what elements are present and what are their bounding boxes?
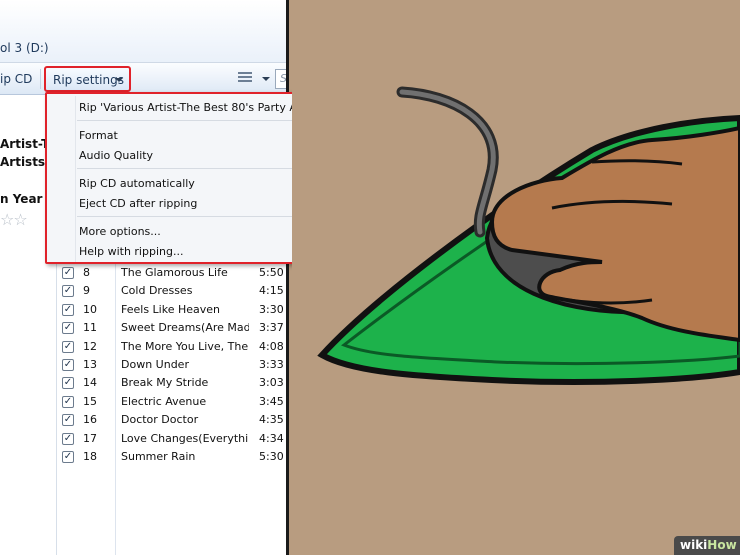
track-number: 9 (83, 284, 90, 298)
menu-gutter (75, 96, 76, 262)
track-row[interactable]: ✓ 10 Feels Like Heaven 3:30 (56, 301, 286, 319)
rip-cd-button[interactable]: ip CD (0, 72, 32, 86)
track-row[interactable]: ✓ 11 Sweet Dreams(Are Mad... 3:37 (56, 319, 286, 337)
track-row[interactable]: ✓ 17 Love Changes(Everythin... 4:34 (56, 430, 286, 448)
track-row[interactable]: ✓ 18 Summer Rain 5:30 (56, 448, 286, 466)
track-checkbox[interactable]: ✓ (62, 267, 74, 279)
logo-wiki-text: wiki (680, 538, 708, 552)
rating-stars[interactable]: ☆☆ (0, 210, 28, 229)
track-title: Break My Stride (121, 376, 209, 390)
menu-item-help-ripping[interactable]: Help with ripping... (79, 245, 183, 258)
track-number: 16 (83, 413, 97, 427)
address-bar: ol 3 (D:) (0, 0, 286, 63)
track-title: Doctor Doctor (121, 413, 199, 427)
track-number: 17 (83, 431, 97, 445)
track-title: Sweet Dreams(Are Mad... (121, 321, 249, 335)
track-title: Feels Like Heaven (121, 302, 220, 316)
media-player-window: ol 3 (D:) ip CD Rip settings Se Artist-T… (0, 0, 289, 555)
wikihow-logo: wikiHow (674, 536, 740, 555)
track-number: 10 (83, 302, 97, 316)
track-title: Love Changes(Everythin... (121, 431, 249, 445)
album-year-text: n Year (0, 192, 43, 206)
track-title: The Glamorous Life (121, 266, 228, 279)
track-length: 4:35 (259, 413, 284, 427)
view-options-icon[interactable] (238, 72, 252, 84)
rip-settings-label: Rip settings (53, 73, 124, 87)
track-checkbox[interactable]: ✓ (62, 322, 74, 335)
track-length: 3:45 (259, 394, 284, 408)
track-number: 18 (83, 450, 97, 463)
search-input[interactable]: Se (275, 69, 286, 89)
track-length: 3:30 (259, 302, 284, 316)
track-checkbox[interactable]: ✓ (62, 359, 74, 371)
track-number: 11 (83, 321, 97, 335)
track-title: Cold Dresses (121, 284, 193, 298)
breadcrumb[interactable]: ol 3 (D:) (0, 41, 49, 55)
track-length: 3:37 (259, 321, 284, 335)
track-length: 5:30 (259, 450, 284, 463)
track-row[interactable]: ✓ 13 Down Under 3:33 (56, 356, 286, 374)
track-length: 3:03 (259, 376, 284, 390)
menu-item-more-options[interactable]: More options... (79, 225, 161, 238)
album-artists-text: Artists (0, 155, 46, 169)
track-checkbox[interactable]: ✓ (62, 303, 74, 316)
logo-how-text: How (707, 538, 737, 552)
menu-item-rip-automatically[interactable]: Rip CD automatically (79, 177, 195, 190)
chevron-down-icon[interactable] (262, 77, 270, 81)
track-length: 4:08 (259, 339, 284, 353)
track-title: The More You Live, The... (121, 339, 249, 353)
track-length: 4:34 (259, 431, 284, 445)
track-number: 12 (83, 339, 97, 353)
track-number: 14 (83, 376, 97, 390)
track-checkbox[interactable]: ✓ (62, 285, 74, 298)
track-number: 15 (83, 394, 97, 408)
track-length: 4:15 (259, 284, 284, 298)
rip-settings-button[interactable]: Rip settings (44, 66, 131, 92)
track-row[interactable]: ✓ 15 Electric Avenue 3:45 (56, 393, 286, 411)
track-title: Down Under (121, 358, 189, 371)
track-checkbox[interactable]: ✓ (62, 414, 74, 427)
track-checkbox[interactable]: ✓ (62, 451, 74, 463)
toolbar-divider (40, 69, 41, 89)
track-number: 13 (83, 358, 97, 371)
menu-item-audio-quality[interactable]: Audio Quality (79, 149, 153, 162)
track-checkbox[interactable]: ✓ (62, 377, 74, 390)
menu-item-format[interactable]: Format (79, 129, 118, 142)
track-row[interactable]: ✓ 9 Cold Dresses 4:15 (56, 282, 286, 300)
track-checkbox[interactable]: ✓ (62, 395, 74, 408)
track-title: Electric Avenue (121, 394, 207, 408)
chevron-down-icon (115, 78, 123, 82)
track-length: 5:50 (259, 266, 284, 279)
track-title: Summer Rain (121, 450, 196, 463)
track-checkbox[interactable]: ✓ (62, 340, 74, 353)
menu-item-eject-after-ripping[interactable]: Eject CD after ripping (79, 197, 197, 210)
track-length: 3:33 (259, 358, 284, 371)
track-row[interactable]: ✓ 16 Doctor Doctor 4:35 (56, 411, 286, 429)
toolbar: ip CD Rip settings Se (0, 63, 286, 95)
desk-illustration (292, 0, 740, 555)
track-row[interactable]: ✓ 8 The Glamorous Life 5:50 (56, 264, 286, 282)
track-checkbox[interactable]: ✓ (62, 432, 74, 445)
track-number: 8 (83, 266, 90, 279)
track-row[interactable]: ✓ 12 The More You Live, The... 4:08 (56, 338, 286, 356)
track-row[interactable]: ✓ 14 Break My Stride 3:03 (56, 374, 286, 392)
